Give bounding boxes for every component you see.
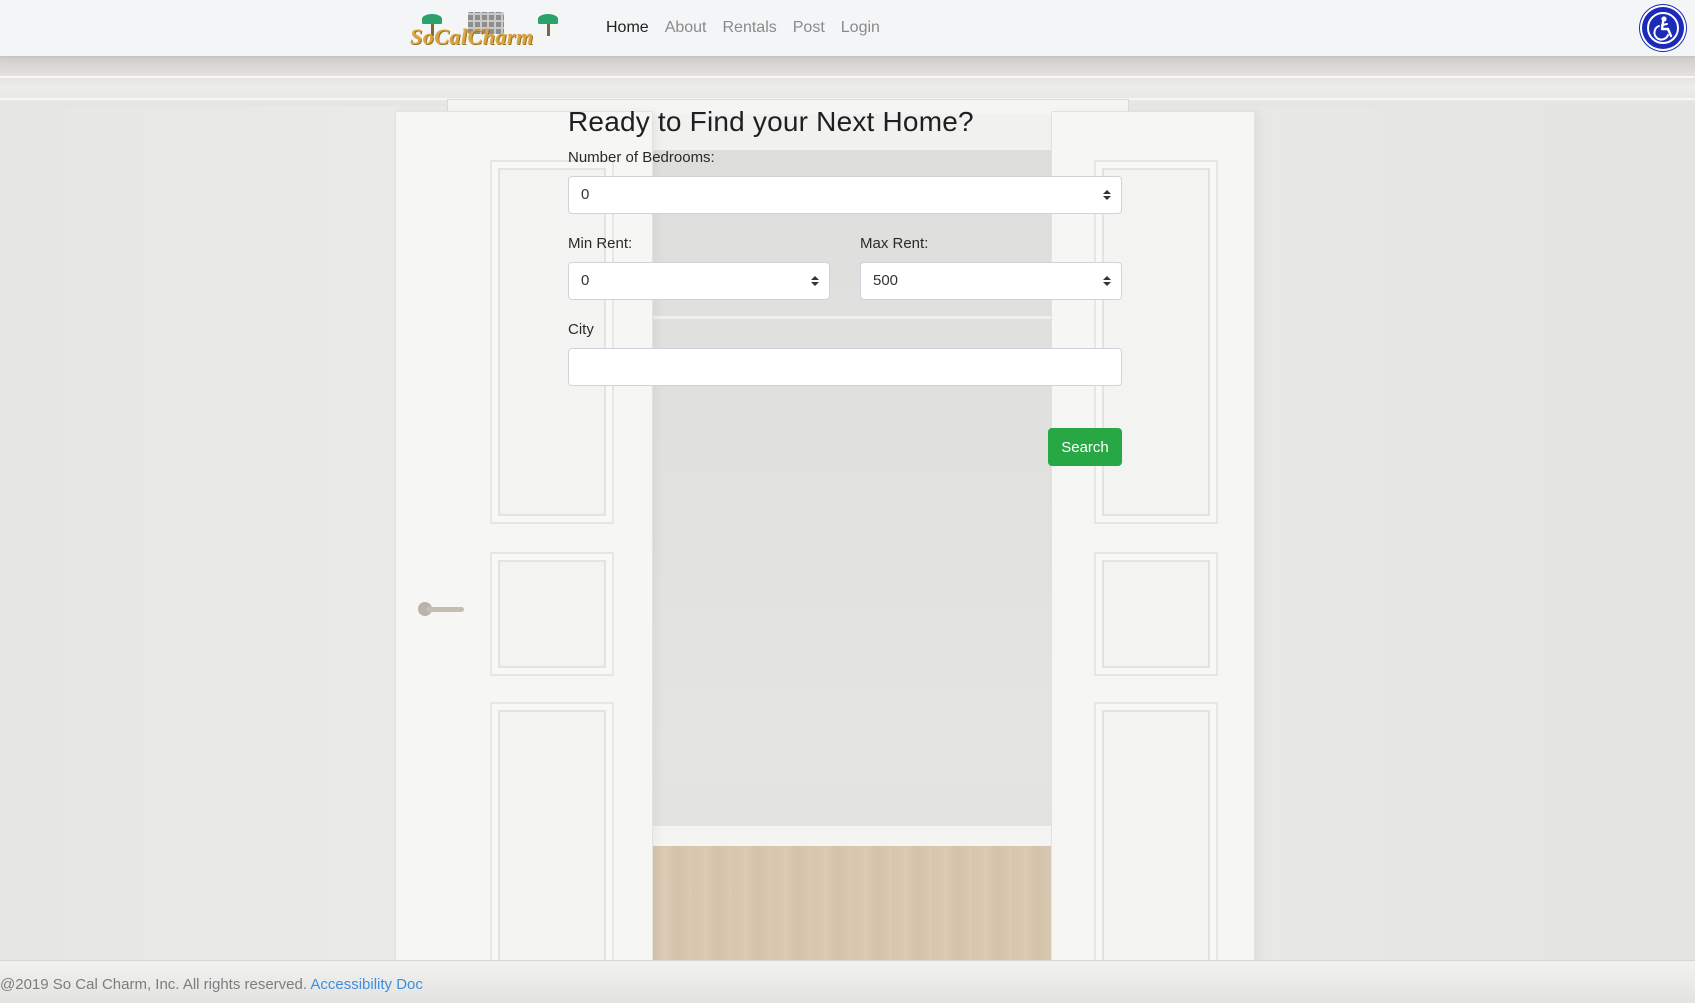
min-rent-value: 0 — [581, 272, 590, 289]
city-label: City — [568, 321, 594, 338]
accessibility-icon — [1647, 12, 1679, 44]
min-rent-label: Min Rent: — [568, 235, 633, 252]
max-rent-group: Max Rent: 500 — [860, 234, 1122, 300]
door-panel — [1094, 552, 1218, 676]
bedrooms-label: Number of Bedrooms: — [568, 149, 715, 166]
bedrooms-group: Number of Bedrooms: 0 — [568, 148, 1122, 214]
logo-text: SoCalCharm — [410, 24, 534, 49]
cornice-line — [0, 76, 1695, 78]
accessibility-doc-link[interactable]: Accessibility Doc — [310, 976, 423, 993]
room-baseboard — [652, 826, 1052, 848]
nav-login[interactable]: Login — [833, 4, 888, 52]
copyright-text: @2019 So Cal Charm, Inc. All rights rese… — [0, 976, 308, 993]
main-nav: Home About Rentals Post Login — [598, 0, 888, 56]
footer: @2019 So Cal Charm, Inc. All rights rese… — [0, 974, 423, 996]
city-input[interactable] — [568, 348, 1122, 386]
brand-logo[interactable]: SoCalCharm — [410, 8, 566, 49]
door-panel — [1094, 702, 1218, 996]
max-rent-select[interactable]: 500 — [860, 262, 1122, 300]
max-rent-label: Max Rent: — [860, 235, 929, 252]
city-group: City — [568, 320, 1122, 386]
max-rent-value: 500 — [873, 272, 899, 289]
door-panel — [490, 702, 614, 996]
nav-post[interactable]: Post — [785, 4, 833, 52]
bedrooms-value: 0 — [581, 186, 590, 203]
search-form: Ready to Find your Next Home? Number of … — [568, 100, 1122, 466]
door-panel — [490, 552, 614, 676]
accessibility-button[interactable] — [1640, 5, 1686, 51]
nav-home[interactable]: Home — [598, 4, 657, 52]
page-title: Ready to Find your Next Home? — [568, 106, 974, 137]
select-caret-icon — [811, 263, 819, 299]
door-handle — [418, 600, 464, 618]
bedrooms-select[interactable]: 0 — [568, 176, 1122, 214]
wall-trim — [652, 316, 1052, 319]
navbar: SoCalCharm Home About Rentals Post Login — [0, 0, 1695, 56]
select-caret-icon — [1103, 263, 1111, 299]
nav-rentals[interactable]: Rentals — [715, 4, 785, 52]
nav-about[interactable]: About — [657, 4, 715, 52]
select-caret-icon — [1103, 177, 1111, 213]
min-rent-select[interactable]: 0 — [568, 262, 830, 300]
search-button[interactable]: Search — [1048, 428, 1122, 466]
min-rent-group: Min Rent: 0 — [568, 234, 830, 300]
